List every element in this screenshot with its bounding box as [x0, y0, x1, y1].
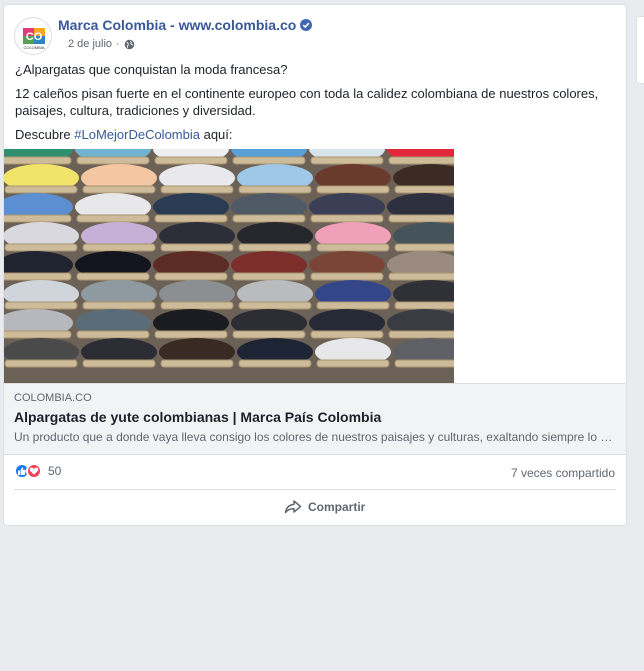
link-title[interactable]: Alpargatas de yute colombianas | Marca P… [14, 409, 381, 425]
reactions-summary[interactable]: 50 [14, 463, 61, 479]
post-text-suffix: aquí: [199, 127, 233, 142]
post-date[interactable]: 2 de julio [68, 38, 112, 50]
colombia-logo-icon: CO COLOMBIA [16, 19, 51, 54]
svg-text:CO: CO [26, 31, 43, 43]
page-avatar[interactable]: CO COLOMBIA [14, 17, 52, 55]
verified-badge-icon [300, 19, 313, 31]
page-name[interactable]: Marca Colombia - www.colombia.co [58, 17, 296, 33]
share-button[interactable]: Compartir [284, 499, 365, 515]
shares-count[interactable]: 7 veces compartido [511, 466, 615, 480]
side-panel-edge [636, 16, 644, 84]
share-button-label: Compartir [308, 500, 366, 514]
actions-divider [14, 489, 616, 490]
love-reaction-icon [26, 463, 42, 479]
link-preview[interactable]: COLOMBIA.CO Alpargatas de yute colombian… [4, 383, 626, 455]
hashtag-link[interactable]: #LoMejorDeColombia [74, 127, 200, 142]
globe-icon [124, 39, 135, 50]
link-description: Un producto que a donde vaya lleva consi… [14, 430, 614, 444]
reaction-count: 50 [48, 464, 62, 478]
post-text-line2: 12 caleños pisan fuerte en el continente… [15, 86, 599, 118]
post-text-prefix: Descubre [15, 127, 75, 142]
post-text-line1: ¿Alpargatas que conquistan la moda franc… [15, 62, 288, 77]
link-domain: COLOMBIA.CO [14, 392, 92, 404]
svg-text:COLOMBIA: COLOMBIA [23, 45, 44, 50]
post-header: CO COLOMBIA Marca Colombia - www.colombi… [14, 15, 614, 55]
post-text: ¿Alpargatas que conquistan la moda franc… [15, 61, 615, 150]
page-name-link[interactable]: Marca Colombia - www.colombia.co [58, 17, 313, 33]
share-arrow-icon [284, 500, 302, 514]
facebook-post: CO COLOMBIA Marca Colombia - www.colombi… [3, 4, 627, 526]
post-text-line3: Descubre #LoMejorDeColombia aquí: [15, 126, 615, 143]
post-photo-espadrilles[interactable] [4, 149, 454, 383]
post-meta: 2 de julio · [68, 38, 135, 50]
meta-separator: · [116, 38, 120, 50]
